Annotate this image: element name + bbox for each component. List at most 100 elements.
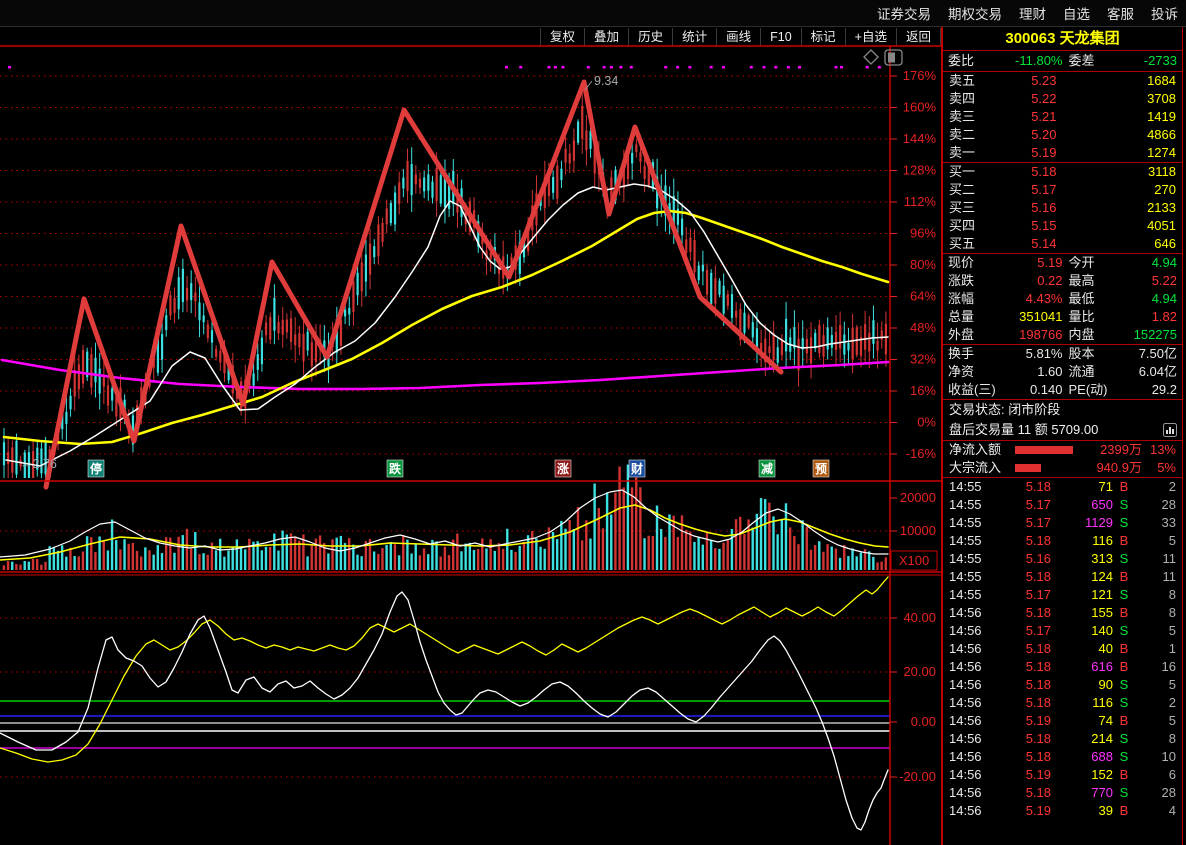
moving-averages — [0, 183, 890, 467]
svg-text:0.00: 0.00 — [911, 714, 936, 729]
quote-label: 收益(三) — [948, 382, 996, 397]
quote-value: 0.22 — [1037, 273, 1063, 288]
afterhours-chart-icon[interactable] — [1163, 423, 1177, 443]
level-label: 卖三 — [949, 109, 976, 124]
tick-row[interactable]: 14:56 5.19 152 B 6 — [943, 766, 1182, 784]
buy-level-row[interactable]: 买三 5.16 2133 — [943, 199, 1182, 217]
tick-price: 5.18 — [1025, 659, 1051, 674]
tick-row[interactable]: 14:56 5.18 616 B 16 — [943, 658, 1182, 676]
sell-level-row[interactable]: 卖一 5.19 1274 — [943, 144, 1182, 162]
tick-row[interactable]: 14:55 5.18 116 B 5 — [943, 532, 1182, 550]
tick-direction: S — [1119, 731, 1129, 746]
tick-row[interactable]: 14:56 5.18 770 S 28 — [943, 784, 1182, 802]
volume-unit-box: X100 — [890, 550, 938, 571]
tick-row[interactable]: 14:55 5.17 121 S 8 — [943, 586, 1182, 604]
event-badge-涨[interactable]: 涨 — [554, 459, 572, 478]
panel-toggle-icon[interactable] — [884, 49, 903, 66]
event-badge-预[interactable]: 预 — [812, 459, 830, 478]
level-label: 买三 — [949, 200, 976, 215]
tick-row[interactable]: 14:55 5.17 1129 S 33 — [943, 514, 1182, 532]
chart-frame — [0, 45, 941, 845]
tick-volume: 616 — [1091, 659, 1113, 674]
tick-price: 5.18 — [1025, 749, 1051, 764]
tick-direction: B — [1119, 659, 1129, 674]
level-price: 5.21 — [1031, 109, 1057, 124]
tick-price: 5.18 — [1025, 731, 1051, 746]
tick-direction: S — [1119, 677, 1129, 692]
flow-bar — [1011, 446, 1073, 454]
buy-level-row[interactable]: 买五 5.14 646 — [943, 235, 1182, 253]
level-label: 买二 — [949, 182, 976, 197]
tick-direction: S — [1119, 749, 1129, 764]
after-hours-row: 盘后交易量 11 额 5709.00 — [943, 420, 1182, 440]
weicha-value: -2733 — [1143, 53, 1177, 68]
level-label: 买四 — [949, 218, 976, 233]
menu-item-customer-service[interactable]: 客服 — [1107, 3, 1134, 23]
quote-value: 4.94 — [1151, 291, 1177, 306]
buy-level-row[interactable]: 买二 5.17 270 — [943, 181, 1182, 199]
tick-row[interactable]: 14:56 5.18 214 S 8 — [943, 730, 1182, 748]
sell-level-row[interactable]: 卖五 5.23 1684 — [943, 72, 1182, 90]
weibi-value: -11.80% — [1015, 53, 1063, 68]
buy-level-row[interactable]: 买一 5.18 3118 — [943, 163, 1182, 181]
tick-row[interactable]: 14:55 5.18 124 B 11 — [943, 568, 1182, 586]
tick-row[interactable]: 14:56 5.18 116 S 2 — [943, 694, 1182, 712]
tick-time: 14:56 — [949, 713, 982, 728]
tick-price: 5.18 — [1025, 533, 1051, 548]
tick-price: 5.17 — [1025, 587, 1051, 602]
level-volume: 1684 — [1147, 73, 1176, 88]
sell-level-row[interactable]: 卖四 5.22 3708 — [943, 90, 1182, 108]
sell-levels: 卖五 5.23 1684 卖四 5.22 3708 卖三 5.21 1419 卖二 5.20 4866… — [943, 72, 1182, 163]
tick-row[interactable]: 14:56 5.19 74 B 5 — [943, 712, 1182, 730]
tick-time: 14:55 — [949, 479, 982, 494]
level-price: 5.17 — [1031, 182, 1057, 197]
tick-row[interactable]: 14:56 5.17 140 S 5 — [943, 622, 1182, 640]
sell-level-row[interactable]: 卖三 5.21 1419 — [943, 108, 1182, 126]
level-price: 5.14 — [1031, 236, 1057, 251]
menu-item-options-trade[interactable]: 期权交易 — [948, 3, 1002, 23]
menu-item-watchlist[interactable]: 自选 — [1063, 3, 1090, 23]
quote-label: 股本 — [1068, 346, 1095, 361]
tick-volume: 116 — [1092, 533, 1113, 548]
tick-count: 1 — [1168, 641, 1176, 656]
tick-count: 5 — [1168, 677, 1176, 692]
sell-level-row[interactable]: 卖二 5.20 4866 — [943, 126, 1182, 144]
tick-direction: B — [1119, 803, 1129, 818]
tick-row[interactable]: 14:56 5.19 39 B 4 — [943, 802, 1182, 820]
event-badge-财[interactable]: 财 — [628, 459, 646, 478]
diamond-marker-icon[interactable] — [863, 49, 879, 65]
tick-count: 2 — [1168, 695, 1176, 710]
tick-row[interactable]: 14:56 5.18 40 B 1 — [943, 640, 1182, 658]
tick-row[interactable]: 14:56 5.18 688 S 10 — [943, 748, 1182, 766]
event-badge-跌[interactable]: 跌 — [386, 459, 404, 478]
tick-volume: 770 — [1091, 785, 1113, 800]
tick-direction: B — [1119, 767, 1129, 782]
buy-level-row[interactable]: 买四 5.15 4051 — [943, 217, 1182, 235]
zigzag-trend-line — [43, 79, 784, 490]
tick-row[interactable]: 14:55 5.18 71 B 2 — [943, 478, 1182, 496]
quote-value: 1.60 — [1037, 364, 1063, 379]
money-flow-row: 大宗流入 940.9万 5% — [943, 459, 1182, 477]
tick-price: 5.19 — [1025, 767, 1051, 782]
event-badge-停[interactable]: 停 — [87, 459, 105, 478]
tick-price: 5.19 — [1025, 803, 1051, 818]
tick-row[interactable]: 14:55 5.17 650 S 28 — [943, 496, 1182, 514]
tick-direction: S — [1119, 551, 1129, 566]
tick-count: 16 — [1161, 659, 1176, 674]
event-badge-减[interactable]: 减 — [758, 459, 776, 478]
tick-volume: 313 — [1091, 551, 1113, 566]
tick-row[interactable]: 14:55 5.16 313 S 11 — [943, 550, 1182, 568]
tick-price: 5.18 — [1025, 479, 1051, 494]
quote-value: 7.50亿 — [1138, 346, 1177, 361]
tick-price: 5.17 — [1025, 515, 1051, 530]
tick-row[interactable]: 14:56 5.18 155 B 8 — [943, 604, 1182, 622]
menu-item-wealth[interactable]: 理财 — [1019, 3, 1046, 23]
quote-row: 涨跌 0.22 最高 5.22 — [943, 272, 1182, 290]
tick-row[interactable]: 14:56 5.18 90 S 5 — [943, 676, 1182, 694]
quote-label: 最高 — [1068, 273, 1095, 288]
level-label: 卖二 — [949, 127, 976, 142]
tick-count: 2 — [1168, 479, 1176, 494]
tick-time: 14:56 — [949, 785, 982, 800]
tick-volume: 650 — [1091, 497, 1113, 512]
menu-item-complaint[interactable]: 投诉 — [1151, 3, 1178, 23]
